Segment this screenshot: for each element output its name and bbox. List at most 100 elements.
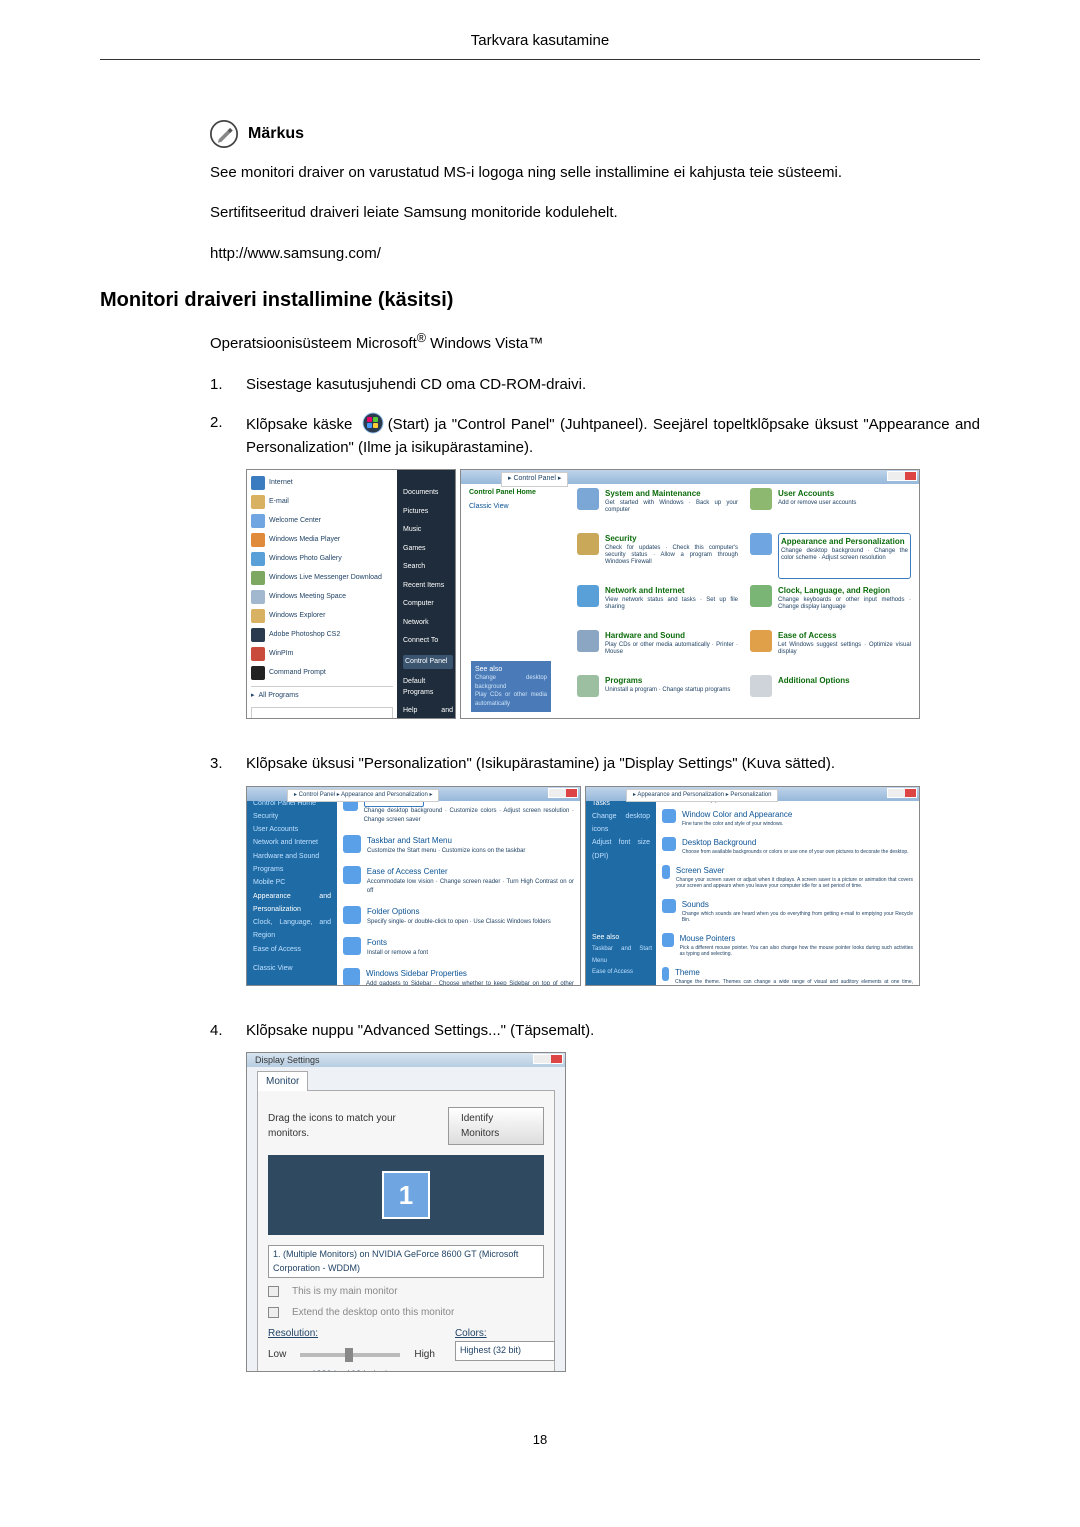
personalization-row: Desktop BackgroundChoose from available …	[662, 837, 913, 855]
window-caption-buttons	[548, 788, 578, 798]
personalization-row: ThemeChange the theme. Themes can change…	[662, 967, 913, 986]
display-selector-combo: 1. (Multiple Monitors) on NVIDIA GeForce…	[268, 1245, 544, 1278]
start-menu-item: Windows Photo Gallery	[251, 552, 393, 566]
window-caption-buttons	[533, 1054, 563, 1064]
control-panel-category: User AccountsAdd or remove user accounts	[750, 488, 911, 527]
identify-monitors-button: Identify Monitors	[448, 1107, 544, 1145]
back-side-pane: Control Panel Home Security User Account…	[247, 787, 337, 985]
page-running-header: Tarkvara kasutamine	[100, 0, 980, 60]
note-paragraph-1: See monitori draiver on varustatud MS-i …	[210, 162, 980, 185]
step-number: 3.	[210, 753, 224, 1004]
start-menu-item: Windows Live Messenger Download	[251, 571, 393, 585]
control-panel-category: ProgramsUninstall a program · Change sta…	[577, 675, 738, 710]
start-menu-item: E-mail	[251, 495, 393, 509]
colors-label: Colors:	[455, 1326, 555, 1341]
steps-list: 1. Sisestage kasutusjuhendi CD oma CD-RO…	[210, 374, 980, 1391]
step-number: 1.	[210, 374, 224, 397]
personalization-row: Screen SaverChange your screen saver or …	[662, 865, 913, 889]
resolution-value: 1280 by 1024 pixels	[268, 1368, 435, 1372]
start-menu-right-pane: Documents Pictures Music Games Search Re…	[397, 470, 456, 718]
appearance-row: Windows Sidebar PropertiesAdd gadgets to…	[343, 968, 574, 986]
section-heading: Monitori draiveri installimine (käsitsi)	[100, 285, 980, 315]
step-text: Klõpsake üksusi "Personalization" (Isiku…	[246, 755, 835, 772]
screenshot-group-3: Display Settings Monitor Drag the icons …	[246, 1052, 980, 1372]
control-panel-category: Appearance and PersonalizationChange des…	[750, 533, 911, 579]
os-line: Operatsioonisüsteem Microsoft® Windows V…	[210, 329, 980, 356]
note-pencil-icon	[210, 120, 238, 148]
start-menu-item: Windows Explorer	[251, 609, 393, 623]
appearance-row: Ease of Access CenterAccommodate low vis…	[343, 866, 574, 896]
appearance-row: FontsInstall or remove a font	[343, 937, 574, 958]
personalization-main: Personalize appearance and sounds Window…	[656, 787, 919, 985]
control-panel-grid: System and MaintenanceGet started with W…	[577, 488, 911, 710]
start-menu-item: Internet	[251, 476, 393, 490]
personalization-row: Mouse PointersPick a different mouse poi…	[662, 933, 913, 957]
step-body: Klõpsake käske (Start) ja "Control Panel…	[246, 412, 980, 737]
step-text: Klõpsake nuppu "Advanced Settings..." (T…	[246, 1022, 594, 1039]
appearance-row: Taskbar and Start MenuCustomize the Star…	[343, 835, 574, 856]
start-menu-item: WinPIm	[251, 647, 393, 661]
screenshot-group-1: Internet E-mail Welcome Center Windows M…	[246, 469, 980, 719]
os-suffix: Windows Vista™	[426, 335, 543, 352]
personalization-row: SoundsChange which sounds are heard when…	[662, 899, 913, 923]
appearance-row: Folder OptionsSpecify single- or double-…	[343, 906, 574, 927]
control-panel-category: Hardware and SoundPlay CDs or other medi…	[577, 630, 738, 669]
note-paragraph-2: Sertifitseeritud draiveri leiate Samsung…	[210, 202, 980, 225]
screenshot-start-menu: Internet E-mail Welcome Center Windows M…	[246, 469, 456, 719]
control-panel-category: Clock, Language, and RegionChange keyboa…	[750, 585, 911, 624]
chk-extend-desktop: Extend the desktop onto this monitor	[268, 1305, 544, 1320]
step-2: 2. Klõpsake käske (Start) ja "Control Pa…	[210, 412, 980, 737]
monitor-tab: Monitor	[257, 1071, 308, 1091]
registered-mark: ®	[417, 331, 426, 345]
step-text-prefix: Klõpsake käske	[246, 416, 358, 433]
step-body: Klõpsake nuppu "Advanced Settings..." (T…	[246, 1020, 980, 1391]
start-search-input	[251, 707, 393, 719]
screenshot-appearance: ▸ Control Panel ▸ Appearance and Persona…	[246, 786, 581, 986]
drag-instruction: Drag the icons to match your monitors.	[268, 1111, 432, 1141]
control-panel-category: Ease of AccessLet Windows suggest settin…	[750, 630, 911, 669]
colors-combo: Highest (32 bit)	[455, 1341, 555, 1361]
step-4: 4. Klõpsake nuppu "Advanced Settings..."…	[210, 1020, 980, 1391]
resolution-label: Resolution:	[268, 1326, 435, 1341]
resolution-slider	[300, 1353, 400, 1357]
step-number: 4.	[210, 1020, 224, 1391]
start-all-programs: ▸ All Programs	[251, 691, 393, 702]
step-text: Sisestage kasutusjuhendi CD oma CD-ROM-d…	[246, 376, 586, 393]
tasks-side-pane: Tasks Change desktop icons Adjust font s…	[586, 787, 656, 985]
step-3: 3. Klõpsake üksusi "Personalization" (Is…	[210, 753, 980, 1004]
breadcrumb: ▸ Control Panel ▸	[501, 472, 568, 487]
window-caption-buttons	[887, 471, 917, 481]
step-body: Klõpsake üksusi "Personalization" (Isiku…	[246, 753, 980, 1004]
personalization-row: Window Color and AppearanceFine tune the…	[662, 809, 913, 827]
control-panel-category: Additional Options	[750, 675, 911, 710]
monitor-arrangement-area: 1	[268, 1155, 544, 1235]
window-title: Display Settings	[255, 1054, 320, 1068]
start-menu-item: Command Prompt	[251, 666, 393, 680]
start-menu-left-pane: Internet E-mail Welcome Center Windows M…	[247, 470, 397, 718]
screenshot-control-panel: ▸ Control Panel ▸ Control Panel Home Cla…	[460, 469, 920, 719]
note-url: http://www.samsung.com/	[210, 243, 980, 266]
window-caption-buttons	[887, 788, 917, 798]
start-orb-icon	[362, 412, 384, 434]
chk-main-monitor: This is my main monitor	[268, 1284, 544, 1299]
screenshot-group-2: ▸ Control Panel ▸ Appearance and Persona…	[246, 786, 980, 986]
running-header-title: Tarkvara kasutamine	[471, 32, 609, 49]
control-panel-category: Network and InternetView network status …	[577, 585, 738, 624]
control-panel-category: System and MaintenanceGet started with W…	[577, 488, 738, 527]
note-heading-row: Märkus	[210, 120, 980, 148]
start-menu-item: Windows Meeting Space	[251, 590, 393, 604]
os-prefix: Operatsioonisüsteem Microsoft	[210, 335, 417, 352]
control-panel-left: Control Panel Home Classic View See also…	[469, 488, 569, 710]
step-body: Sisestage kasutusjuhendi CD oma CD-ROM-d…	[246, 374, 980, 397]
step-number: 2.	[210, 412, 224, 737]
appearance-main: PersonalizationChange desktop background…	[337, 787, 580, 985]
note-label: Märkus	[248, 122, 304, 146]
start-menu-item: Welcome Center	[251, 514, 393, 528]
monitor-icon: 1	[382, 1171, 430, 1219]
control-panel-category: SecurityCheck for updates · Check this c…	[577, 533, 738, 579]
monitor-panel: Drag the icons to match your monitors. I…	[257, 1090, 555, 1372]
page-number: 18	[100, 1430, 980, 1450]
screenshot-personalization: ▸ Appearance and Personalization ▸ Perso…	[585, 786, 920, 986]
start-menu-item: Adobe Photoshop CS2	[251, 628, 393, 642]
start-menu-item: Windows Media Player	[251, 533, 393, 547]
